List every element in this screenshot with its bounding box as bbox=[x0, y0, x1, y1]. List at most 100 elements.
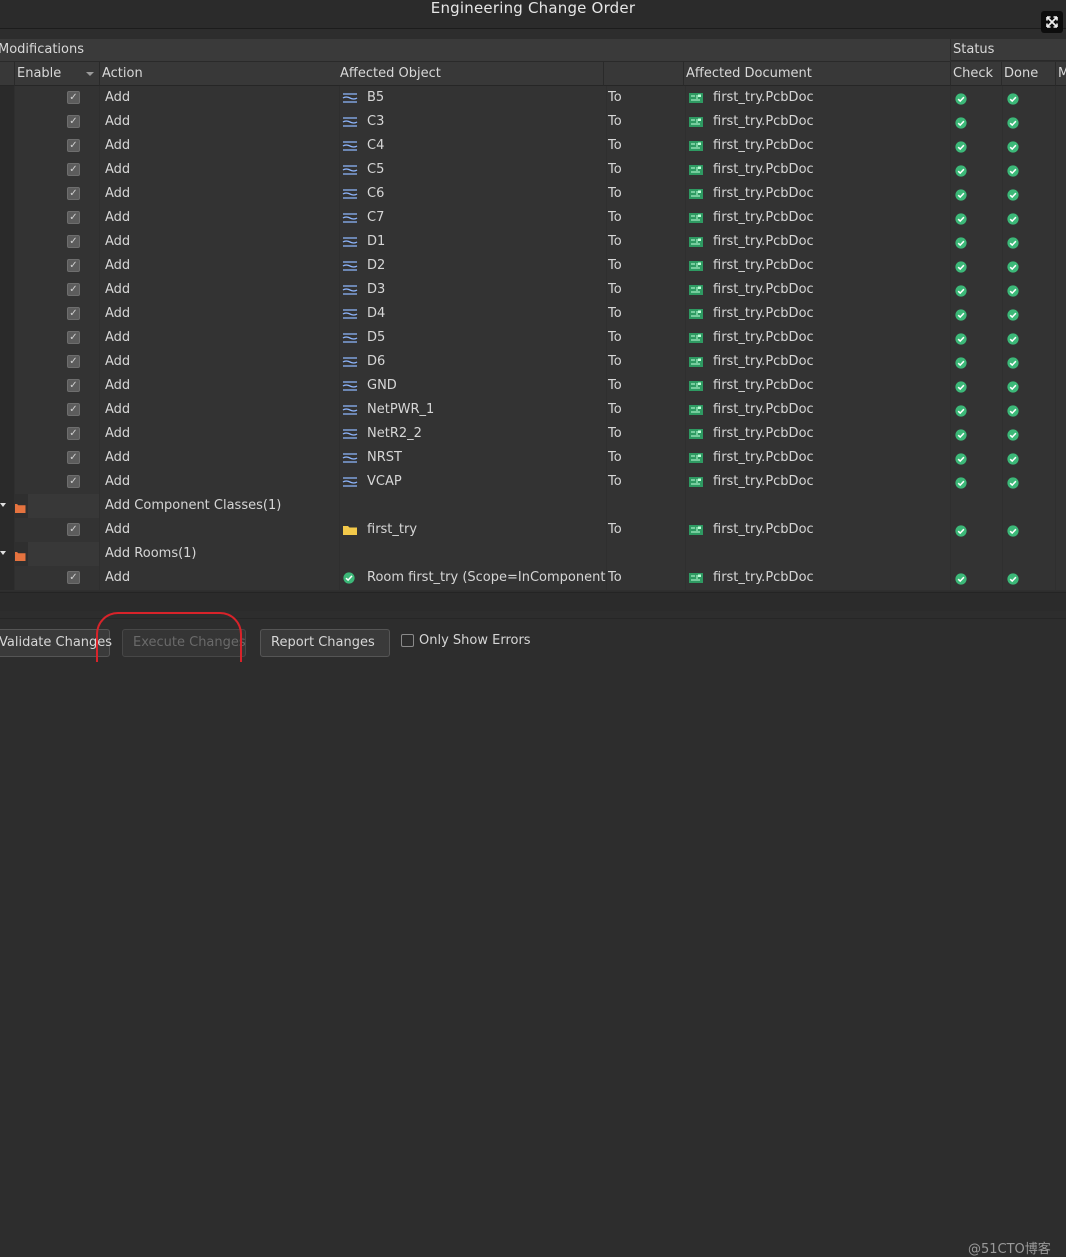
table-row[interactable]: ✓ Add GND To first_try.PcbDoc bbox=[0, 374, 1066, 398]
table-row[interactable]: ✓ Add NetR2_2 To first_try.PcbDoc bbox=[0, 422, 1066, 446]
enable-cell: ✓ bbox=[15, 134, 99, 158]
enable-checkbox[interactable]: ✓ bbox=[67, 379, 80, 392]
affected-object-text: C5 bbox=[367, 162, 385, 177]
net-icon bbox=[342, 450, 358, 464]
enable-checkbox[interactable]: ✓ bbox=[67, 163, 80, 176]
net-icon bbox=[342, 306, 358, 320]
pcb-document-icon bbox=[688, 522, 704, 536]
affected-document-text: first_try.PcbDoc bbox=[713, 210, 814, 225]
enable-checkbox[interactable]: ✓ bbox=[67, 259, 80, 272]
table-row[interactable]: ✓ Add D5 To first_try.PcbDoc bbox=[0, 326, 1066, 350]
col-header-affected-document[interactable]: Affected Document bbox=[684, 62, 951, 86]
table-row[interactable]: ✓ Add D3 To first_try.PcbDoc bbox=[0, 278, 1066, 302]
table-row[interactable]: ✓ Add C5 To first_try.PcbDoc bbox=[0, 158, 1066, 182]
pcb-document-icon bbox=[688, 402, 704, 416]
action-cell: Add bbox=[100, 86, 339, 110]
validate-changes-button[interactable]: Validate Changes bbox=[0, 629, 112, 657]
to-cell: To bbox=[607, 350, 685, 374]
col-header-action[interactable]: Action bbox=[100, 62, 340, 86]
enable-checkbox[interactable]: ✓ bbox=[67, 211, 80, 224]
done-ok-icon bbox=[1007, 114, 1019, 129]
check-status-cell bbox=[951, 86, 1002, 110]
enable-checkbox[interactable]: ✓ bbox=[67, 115, 80, 128]
table-row[interactable]: ✓ Add D1 To first_try.PcbDoc bbox=[0, 230, 1066, 254]
row-lead bbox=[0, 278, 14, 302]
expand-triangle-icon[interactable] bbox=[0, 551, 6, 555]
enable-cell: ✓ bbox=[15, 278, 99, 302]
table-row[interactable]: ✓ Add NRST To first_try.PcbDoc bbox=[0, 446, 1066, 470]
close-button[interactable] bbox=[1041, 11, 1063, 33]
check-ok-icon bbox=[955, 210, 967, 225]
affected-document-cell: first_try.PcbDoc bbox=[686, 302, 950, 326]
col-header-check[interactable]: Check bbox=[951, 62, 1002, 86]
enable-checkbox[interactable]: ✓ bbox=[67, 355, 80, 368]
enable-cell: ✓ bbox=[15, 206, 99, 230]
affected-object-text: D4 bbox=[367, 306, 386, 321]
report-changes-button[interactable]: Report Changes bbox=[260, 629, 390, 657]
table-row[interactable]: ✓ Add first_try To first_try.PcbDoc bbox=[0, 518, 1066, 542]
enable-checkbox[interactable]: ✓ bbox=[67, 475, 80, 488]
enable-checkbox[interactable]: ✓ bbox=[67, 307, 80, 320]
message-cell bbox=[1056, 230, 1066, 254]
pcb-document-icon bbox=[688, 330, 704, 344]
affected-document-cell: first_try.PcbDoc bbox=[686, 158, 950, 182]
table-row[interactable]: ✓ Add C3 To first_try.PcbDoc bbox=[0, 110, 1066, 134]
affected-document-text: first_try.PcbDoc bbox=[713, 258, 814, 273]
col-header-done[interactable]: Done bbox=[1002, 62, 1056, 86]
enable-cell: ✓ bbox=[15, 446, 99, 470]
table-row[interactable]: ✓ Add B5 To first_try.PcbDoc bbox=[0, 86, 1066, 110]
done-status-cell bbox=[1003, 182, 1055, 206]
only-show-errors-checkbox[interactable] bbox=[401, 634, 414, 647]
expand-triangle-icon[interactable] bbox=[0, 503, 6, 507]
check-ok-icon bbox=[955, 378, 967, 393]
col-header-message[interactable]: M bbox=[1056, 62, 1066, 86]
group-row[interactable]: Add Component Classes(1) bbox=[0, 494, 1066, 518]
affected-document-text: first_try.PcbDoc bbox=[713, 474, 814, 489]
group-row[interactable]: Add Rooms(1) bbox=[0, 542, 1066, 566]
enable-checkbox[interactable]: ✓ bbox=[67, 331, 80, 344]
net-icon bbox=[342, 186, 358, 200]
done-ok-icon bbox=[1007, 282, 1019, 297]
affected-object-text: D3 bbox=[367, 282, 386, 297]
table-row[interactable]: ✓ Add D4 To first_try.PcbDoc bbox=[0, 302, 1066, 326]
enable-checkbox[interactable]: ✓ bbox=[67, 451, 80, 464]
table-row[interactable]: ✓ Add C7 To first_try.PcbDoc bbox=[0, 206, 1066, 230]
table-row[interactable]: ✓ Add VCAP To first_try.PcbDoc bbox=[0, 470, 1066, 494]
table-row[interactable]: ✓ Add Room first_try (Scope=InComponentCl T… bbox=[0, 566, 1066, 590]
check-status-cell bbox=[951, 158, 1002, 182]
col-header-affected-object[interactable]: Affected Object bbox=[338, 62, 604, 86]
net-icon bbox=[342, 114, 358, 128]
to-cell: To bbox=[607, 326, 685, 350]
affected-object-cell: first_try bbox=[340, 518, 606, 542]
table-row[interactable]: ✓ Add C6 To first_try.PcbDoc bbox=[0, 182, 1066, 206]
enable-checkbox[interactable]: ✓ bbox=[67, 235, 80, 248]
check-ok-icon bbox=[955, 474, 967, 489]
done-ok-icon bbox=[1007, 210, 1019, 225]
col-header-enable-label: Enable bbox=[17, 66, 62, 81]
enable-checkbox[interactable]: ✓ bbox=[67, 427, 80, 440]
enable-checkbox[interactable]: ✓ bbox=[67, 283, 80, 296]
sort-down-icon[interactable] bbox=[86, 72, 94, 76]
enable-checkbox[interactable]: ✓ bbox=[67, 403, 80, 416]
row-lead bbox=[0, 446, 14, 470]
net-icon bbox=[342, 402, 358, 416]
action-cell: Add bbox=[100, 326, 339, 350]
enable-checkbox[interactable]: ✓ bbox=[67, 139, 80, 152]
col-header-enable[interactable]: Enable bbox=[15, 62, 100, 86]
enable-checkbox[interactable]: ✓ bbox=[67, 523, 80, 536]
affected-document-text: first_try.PcbDoc bbox=[713, 162, 814, 177]
table-row[interactable]: ✓ Add D2 To first_try.PcbDoc bbox=[0, 254, 1066, 278]
affected-document-text: first_try.PcbDoc bbox=[713, 282, 814, 297]
table-row[interactable]: ✓ Add D6 To first_try.PcbDoc bbox=[0, 350, 1066, 374]
table-row[interactable]: ✓ Add NetPWR_1 To first_try.PcbDoc bbox=[0, 398, 1066, 422]
horizontal-scrollbar[interactable] bbox=[0, 592, 1066, 611]
col-header-to[interactable] bbox=[604, 62, 684, 86]
enable-checkbox[interactable]: ✓ bbox=[67, 187, 80, 200]
check-ok-icon bbox=[955, 258, 967, 273]
action-cell: Add bbox=[100, 566, 339, 590]
group-msg-cell bbox=[1056, 494, 1066, 518]
done-status-cell bbox=[1003, 518, 1055, 542]
table-row[interactable]: ✓ Add C4 To first_try.PcbDoc bbox=[0, 134, 1066, 158]
enable-checkbox[interactable]: ✓ bbox=[67, 91, 80, 104]
enable-checkbox[interactable]: ✓ bbox=[67, 571, 80, 584]
